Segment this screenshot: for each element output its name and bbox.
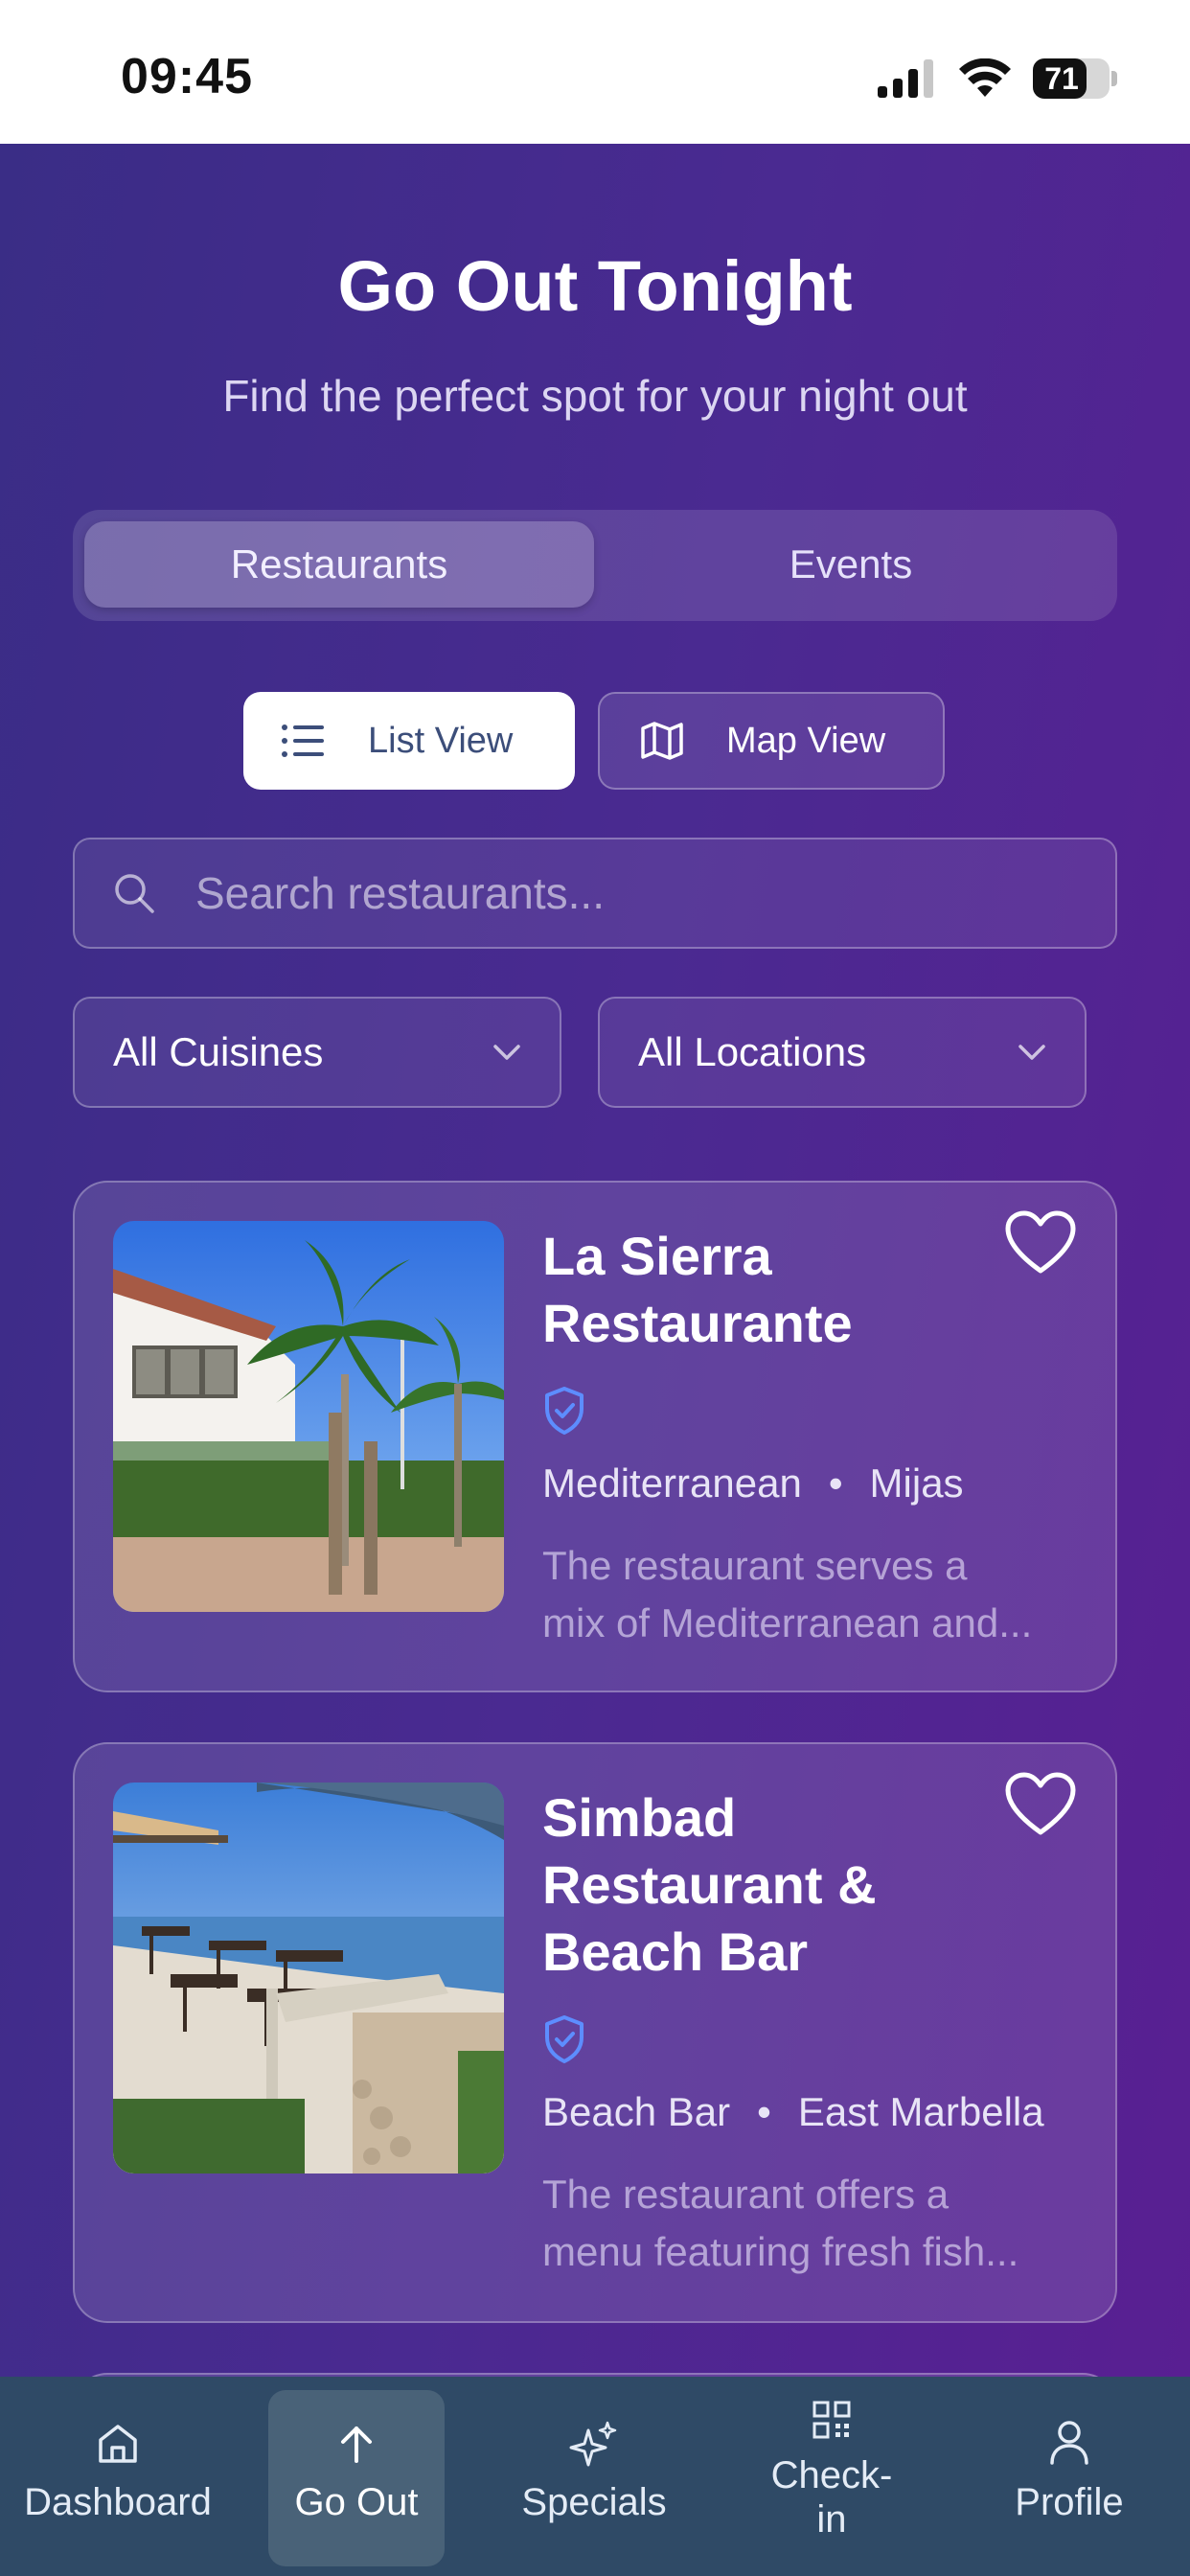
restaurant-name: La Sierra Restaurante (542, 1226, 853, 1353)
nav-label-dashboard: Dashboard (24, 2481, 212, 2523)
restaurant-meta: Mediterranean • Mijas (542, 1460, 964, 1506)
status-icons: 71 (876, 56, 1117, 102)
restaurant-name: Simbad Restaurant & Beach Bar (542, 1787, 877, 1982)
arrow-up-icon (341, 2426, 372, 2463)
restaurant-card[interactable]: Simbad Restaurant & Beach Bar Beach Bar •… (73, 1742, 1117, 2323)
status-bar: 09:45 71 (0, 0, 1190, 145)
list-view-label: List View (368, 720, 514, 761)
chevron-down-icon (493, 1045, 520, 1060)
search-icon (115, 874, 154, 913)
map-view-button[interactable]: Map View (598, 692, 945, 790)
list-icon (282, 724, 324, 757)
user-icon (1050, 2421, 1088, 2465)
nav-label-go-out: Go Out (294, 2481, 419, 2523)
page-title: Go Out Tonight (337, 246, 853, 326)
tab-events[interactable]: Events (596, 521, 1106, 608)
qr-code-icon (812, 2401, 851, 2439)
location-select[interactable]: All Locations (598, 997, 1087, 1108)
restaurant-photo (113, 1221, 504, 1612)
restaurant-photo (113, 1782, 504, 2174)
location-label: Mijas (869, 1460, 964, 1506)
list-view-button[interactable]: List View (243, 692, 575, 790)
location-select-value: All Locations (638, 1029, 867, 1074)
nav-item-check-in[interactable]: Check- in (717, 2377, 947, 2576)
wifi-icon (959, 58, 1011, 97)
location-label: East Marbella (797, 2089, 1044, 2134)
nav-item-profile[interactable]: Profile (954, 2377, 1184, 2576)
restaurant-meta: Beach Bar • East Marbella (542, 2089, 1044, 2134)
nav-label-profile: Profile (1015, 2481, 1124, 2523)
nav-item-go-out[interactable]: Go Out (268, 2377, 445, 2576)
page-subtitle: Find the perfect spot for your night out (222, 371, 968, 421)
heart-icon[interactable] (1004, 1209, 1077, 1276)
search-bar (73, 838, 1117, 949)
nav-item-dashboard[interactable]: Dashboard (0, 2377, 236, 2576)
nav-label-specials: Specials (521, 2481, 667, 2523)
verified-shield-icon (545, 1387, 584, 1435)
status-time: 09:45 (121, 49, 253, 104)
map-icon (641, 722, 683, 760)
verified-shield-icon (545, 2015, 584, 2063)
home-icon (99, 2425, 137, 2463)
chevron-down-icon (1018, 1045, 1045, 1060)
cuisine-label: Beach Bar (542, 2089, 731, 2134)
cuisine-select-value: All Cuisines (113, 1029, 324, 1074)
nav-item-specials[interactable]: Specials (479, 2377, 709, 2576)
main-content: Go Out Tonight Find the perfect spot for… (0, 144, 1190, 2377)
signal-icon (878, 59, 933, 98)
restaurant-card[interactable]: La Sierra Restaurante Mediterranean • Mija… (73, 1181, 1117, 1692)
restaurant-description: The restaurant serves a mix of Mediterra… (542, 1543, 1033, 1645)
bottom-navigation: Dashboard Go Out Specials Check- in Prof… (0, 2377, 1190, 2576)
restaurant-description: The restaurant offers a menu featuring f… (542, 2172, 1019, 2274)
cuisine-label: Mediterranean (542, 1460, 802, 1506)
nav-label-check-in: Check- in (770, 2454, 893, 2541)
tab-restaurants[interactable]: Restaurants (84, 521, 594, 608)
heart-icon[interactable] (1004, 1771, 1077, 1838)
cuisine-select[interactable]: All Cuisines (73, 997, 561, 1108)
sparkles-icon (569, 2421, 617, 2467)
search-input[interactable] (194, 866, 1060, 920)
category-segmented-control: Restaurants Events (73, 510, 1117, 621)
map-view-label: Map View (726, 720, 886, 761)
battery-icon: 71 (1033, 58, 1117, 99)
